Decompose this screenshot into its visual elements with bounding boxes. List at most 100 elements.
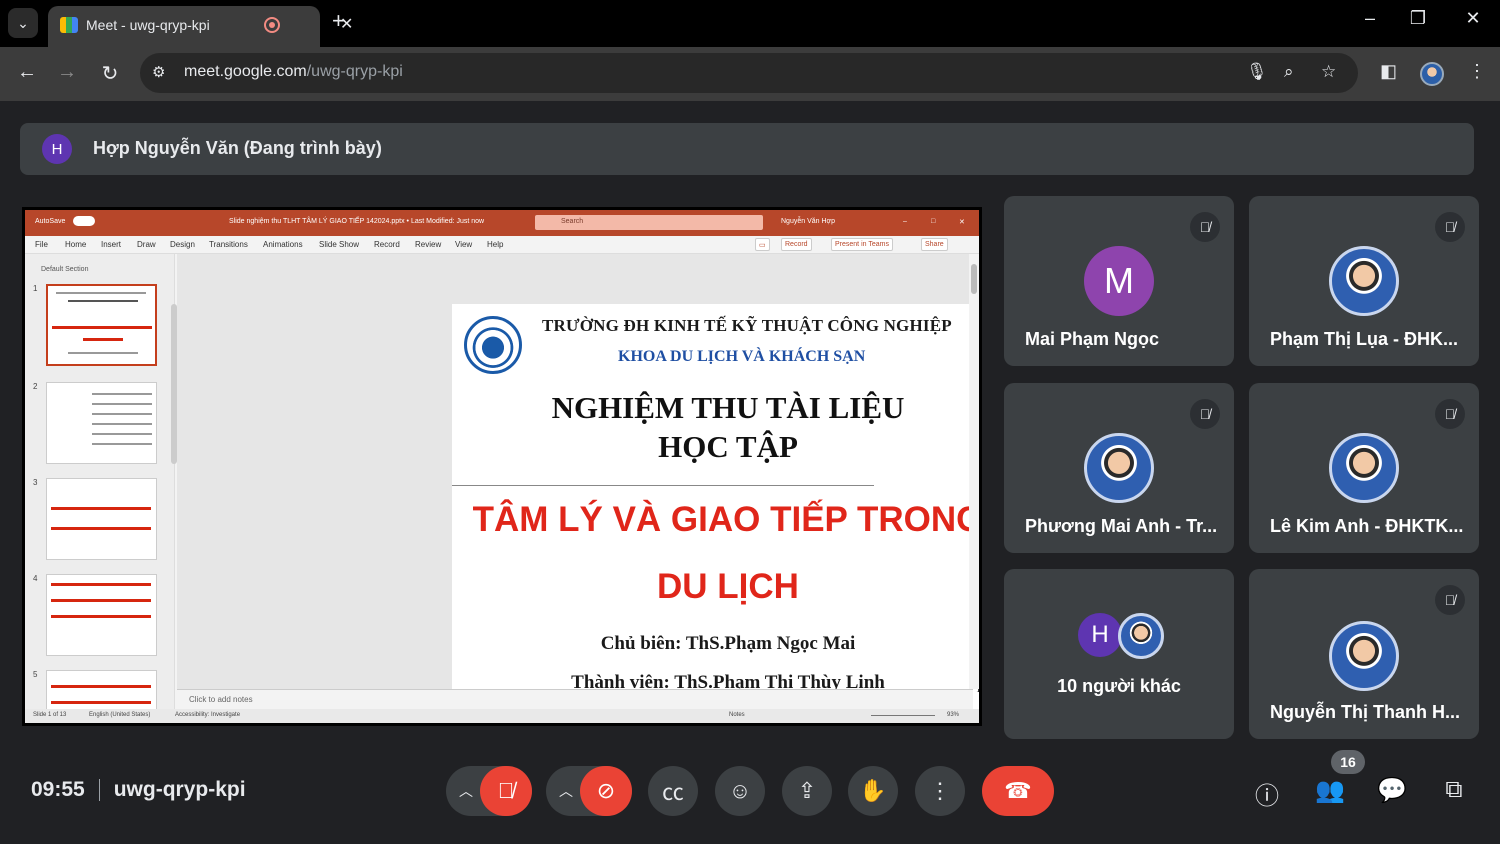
ppt-menu-design[interactable]: Design: [170, 240, 195, 249]
activities-icon[interactable]: ⧉: [1437, 776, 1471, 804]
ppt-title-bar: AutoSave Slide nghiệm thu TLHT TÂM LÝ GI…: [25, 210, 979, 236]
ppt-record-button[interactable]: Record: [781, 238, 812, 251]
minimize-button[interactable]: –: [1355, 8, 1385, 29]
slide-scrollbar[interactable]: [969, 254, 979, 689]
slide-thumbnail[interactable]: [46, 574, 157, 656]
slide-university: TRƯỜNG ĐH KINH TẾ KỸ THUẬT CÔNG NGHIỆP: [542, 316, 952, 335]
status-zoom-level[interactable]: 93%: [947, 712, 959, 718]
captions-button[interactable]: ㏄: [648, 766, 698, 816]
slide-title-line1: NGHIỆM THU TÀI LIỆU: [551, 390, 905, 425]
ppt-comments-icon[interactable]: ▭: [755, 238, 770, 251]
back-arrow-icon[interactable]: ←: [14, 61, 40, 84]
close-window-button[interactable]: ✕: [1458, 8, 1488, 29]
section-label: Default Section: [41, 266, 89, 273]
present-screen-button[interactable]: ⇪: [782, 766, 832, 816]
profile-avatar[interactable]: [1420, 62, 1444, 86]
browser-menu-icon[interactable]: ⋮: [1468, 61, 1486, 82]
presenting-banner: H Hợp Nguyễn Văn (Đang trình bày): [20, 123, 1474, 175]
people-icon[interactable]: 👥: [1313, 776, 1347, 805]
meet-favicon-icon: [60, 17, 78, 33]
ppt-menu-draw[interactable]: Draw: [137, 240, 156, 249]
participant-tile[interactable]: 🎙̸ Lê Kim Anh - ĐHKTK...: [1249, 383, 1479, 553]
mic-off-icon: 🎙̸: [1435, 585, 1465, 615]
ppt-restore-icon[interactable]: □: [931, 218, 935, 225]
ppt-share-button[interactable]: Share: [921, 238, 948, 251]
ppt-ribbon-tabs: File Home Insert Draw Design Transitions…: [25, 236, 979, 254]
autosave-toggle[interactable]: [73, 216, 95, 226]
restore-button[interactable]: ❐: [1403, 8, 1433, 29]
ppt-menu-home[interactable]: Home: [65, 240, 86, 249]
participant-name: Lê Kim Anh - ĐHKTK...: [1270, 516, 1464, 536]
microphone-icon[interactable]: 🎙: [1246, 62, 1268, 82]
meeting-code: uwg-qryp-kpi: [113, 778, 246, 801]
slide-editing-canvas: TRƯỜNG ĐH KINH TẾ KỸ THUẬT CÔNG NGHIỆP K…: [177, 254, 979, 717]
participant-tile[interactable]: 🎙̸ Phạm Thị Lụa - ĐHK...: [1249, 196, 1479, 366]
slide-thumbnail[interactable]: [46, 382, 157, 464]
ppt-menu-insert[interactable]: Insert: [101, 240, 121, 249]
slide-thumbnail[interactable]: [46, 478, 157, 560]
ppt-present-teams-button[interactable]: Present in Teams: [831, 238, 893, 251]
participant-avatar: [1329, 621, 1399, 691]
autosave-label: AutoSave: [35, 218, 66, 225]
participant-tile[interactable]: 🎙̸ Phương Mai Anh - Tr...: [1004, 383, 1234, 553]
mic-toggle-button[interactable]: 🎙̸: [480, 766, 532, 816]
slide-thumbnail[interactable]: [46, 284, 157, 366]
ppt-menu-view[interactable]: View: [455, 240, 472, 249]
participant-avatar: [1329, 246, 1399, 316]
status-language[interactable]: English (United States): [89, 712, 150, 718]
zoom-icon[interactable]: ⌕: [1284, 62, 1294, 82]
camera-toggle-button[interactable]: ⊘: [580, 766, 632, 816]
emoji-reactions-button[interactable]: ☺: [715, 766, 765, 816]
meeting-details-info-icon[interactable]: ⓘ: [1250, 776, 1284, 811]
clock-time: 09:55: [31, 778, 85, 801]
participant-tile[interactable]: 🎙̸ Nguyễn Thị Thanh H...: [1249, 569, 1479, 739]
reload-icon[interactable]: ↻: [97, 61, 123, 86]
participant-name: Mai Phạm Ngọc: [1025, 329, 1160, 349]
side-panel-icon[interactable]: ◧: [1380, 61, 1397, 82]
zoom-slider[interactable]: [871, 715, 935, 716]
forward-arrow-icon[interactable]: →: [54, 61, 80, 84]
chat-icon[interactable]: 💬: [1375, 776, 1409, 805]
notes-pane[interactable]: Click to add notes: [177, 689, 973, 709]
slide-subject-line1: TÂM LÝ VÀ GIAO TIẾP TRONG: [472, 500, 979, 539]
status-slide-count: Slide 1 of 13: [33, 712, 67, 718]
address-bar[interactable]: ⚙ meet.google.com/uwg-qryp-kpi 🎙 ⌕ ☆: [140, 53, 1358, 93]
thumb-number: 2: [33, 382, 38, 391]
current-slide[interactable]: TRƯỜNG ĐH KINH TẾ KỸ THUẬT CÔNG NGHIỆP K…: [452, 304, 979, 717]
ppt-menu-help[interactable]: Help: [487, 240, 503, 249]
url-text[interactable]: meet.google.com/uwg-qryp-kpi: [184, 63, 403, 81]
site-settings-icon[interactable]: ⚙: [152, 63, 165, 81]
more-options-button[interactable]: ⋮: [915, 766, 965, 816]
participant-avatar: [1084, 433, 1154, 503]
participant-avatar: [1118, 613, 1164, 659]
ppt-user-name: Nguyễn Văn Hợp: [781, 218, 836, 225]
others-tile[interactable]: H 10 người khác: [1004, 569, 1234, 739]
browser-toolbar: ← → ↻ ⚙ meet.google.com/uwg-qryp-kpi 🎙 ⌕…: [0, 47, 1500, 101]
others-count-label: 10 người khác: [1057, 676, 1181, 696]
new-tab-plus-icon[interactable]: +: [332, 8, 345, 34]
slide-thumbnail[interactable]: [46, 670, 157, 710]
thumb-number: 5: [33, 670, 38, 679]
leave-call-button[interactable]: ☎: [982, 766, 1054, 816]
bookmark-star-icon[interactable]: ☆: [1321, 62, 1336, 82]
ppt-menu-animations[interactable]: Animations: [263, 240, 303, 249]
participant-tile[interactable]: 🎙̸ M Mai Phạm Ngọc: [1004, 196, 1234, 366]
browser-tab-bar: ⌄ Meet - uwg-qryp-kpi ✕ + – ❐ ✕: [0, 0, 1500, 47]
participant-avatar: [1329, 433, 1399, 503]
ppt-search-box[interactable]: Search: [535, 215, 763, 230]
ppt-menu-record[interactable]: Record: [374, 240, 400, 249]
raise-hand-button[interactable]: ✋: [848, 766, 898, 816]
presenter-avatar: H: [42, 134, 72, 164]
ppt-minimize-icon[interactable]: –: [903, 218, 907, 225]
tab-search-chevron-icon[interactable]: ⌄: [8, 8, 38, 38]
browser-tab[interactable]: Meet - uwg-qryp-kpi ✕: [48, 6, 353, 47]
ppt-menu-file[interactable]: File: [35, 240, 48, 249]
status-accessibility[interactable]: Accessibility: Investigate: [175, 712, 240, 718]
ppt-menu-slideshow[interactable]: Slide Show: [319, 240, 359, 249]
ppt-close-icon[interactable]: ✕: [959, 218, 965, 226]
status-notes-button[interactable]: Notes: [729, 712, 745, 718]
ppt-menu-review[interactable]: Review: [415, 240, 441, 249]
participant-count-badge: 16: [1331, 750, 1365, 774]
ppt-menu-transitions[interactable]: Transitions: [209, 240, 248, 249]
participant-name: Phương Mai Anh - Tr...: [1025, 516, 1218, 536]
